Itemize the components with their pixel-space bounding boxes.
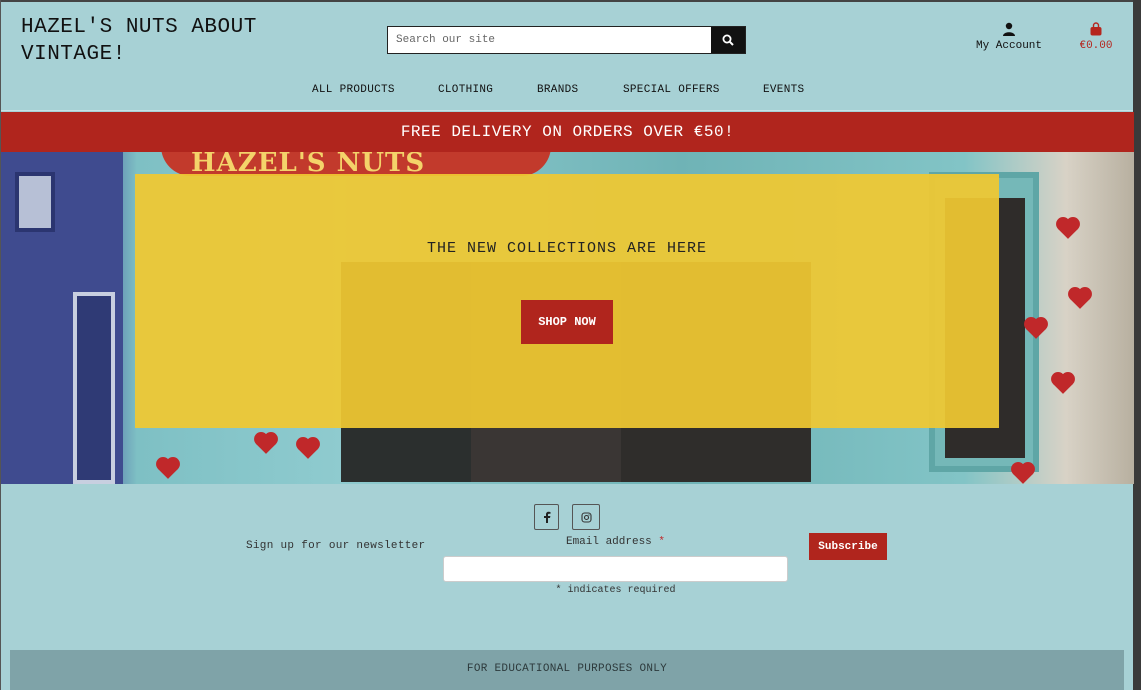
my-account-label: My Account <box>975 40 1042 52</box>
email-field[interactable] <box>443 556 788 582</box>
hero-photo-shop-sign: HAZEL'S NUTS <box>161 152 551 178</box>
educational-notice: FOR EDUCATIONAL PURPOSES ONLY <box>10 650 1124 690</box>
nav-item-all-products[interactable]: ALL PRODUCTS <box>312 84 395 96</box>
hero-photo-heart <box>256 434 276 454</box>
shop-now-button[interactable]: SHOP NOW <box>521 300 613 344</box>
nav-item-events[interactable]: EVENTS <box>763 84 804 96</box>
window-top-border <box>1 0 1133 2</box>
facebook-link[interactable] <box>534 504 559 530</box>
facebook-icon <box>543 511 550 523</box>
user-icon <box>1003 22 1015 36</box>
shopping-bag-link[interactable]: €0.00 <box>1071 22 1121 52</box>
hero-photo-heart <box>1013 464 1033 484</box>
hero-photo-heart <box>158 459 178 479</box>
search-button[interactable] <box>711 27 745 53</box>
hero-photo-heart <box>1058 219 1078 239</box>
required-asterisk: * <box>658 536 666 548</box>
search-icon <box>722 34 734 46</box>
hero-photo-heart <box>298 439 318 459</box>
subscribe-button[interactable]: Subscribe <box>809 533 887 560</box>
my-account-link[interactable]: My Account <box>969 22 1049 52</box>
hero-overlay: THE NEW COLLECTIONS ARE HERE SHOP NOW <box>135 174 999 428</box>
nav-divider <box>1 110 1133 111</box>
search-form <box>387 26 746 54</box>
hero-photo-heart <box>1070 289 1090 309</box>
search-input[interactable] <box>388 27 711 53</box>
bag-total: €0.00 <box>1079 40 1113 52</box>
email-label-text: Email address <box>565 536 652 548</box>
site-title[interactable]: HAZEL'S NUTS ABOUT VINTAGE! <box>21 14 301 68</box>
hero-photo-heart <box>1053 374 1073 394</box>
hero-photo-door <box>73 292 115 484</box>
hero-photo-window <box>15 172 55 232</box>
nav-item-brands[interactable]: BRANDS <box>537 84 578 96</box>
hero-section: HAZEL'S NUTS THE NEW COLLECTIONS ARE HER… <box>1 152 1134 484</box>
nav-item-clothing[interactable]: CLOTHING <box>438 84 493 96</box>
hero-heading: THE NEW COLLECTIONS ARE HERE <box>426 240 708 257</box>
newsletter-label: Sign up for our newsletter <box>246 540 426 552</box>
instagram-icon <box>580 511 592 523</box>
delivery-banner: FREE DELIVERY ON ORDERS OVER €50! <box>1 112 1134 152</box>
hero-photo-left-building <box>1 152 123 484</box>
email-field-label: Email address * <box>443 536 788 548</box>
instagram-link[interactable] <box>572 504 600 530</box>
required-note: * indicates required <box>555 585 676 596</box>
nav-item-special-offers[interactable]: SPECIAL OFFERS <box>623 84 720 96</box>
shopping-bag-icon <box>1090 22 1102 36</box>
main-nav: ALL PRODUCTS CLOTHING BRANDS SPECIAL OFF… <box>1 84 1133 102</box>
